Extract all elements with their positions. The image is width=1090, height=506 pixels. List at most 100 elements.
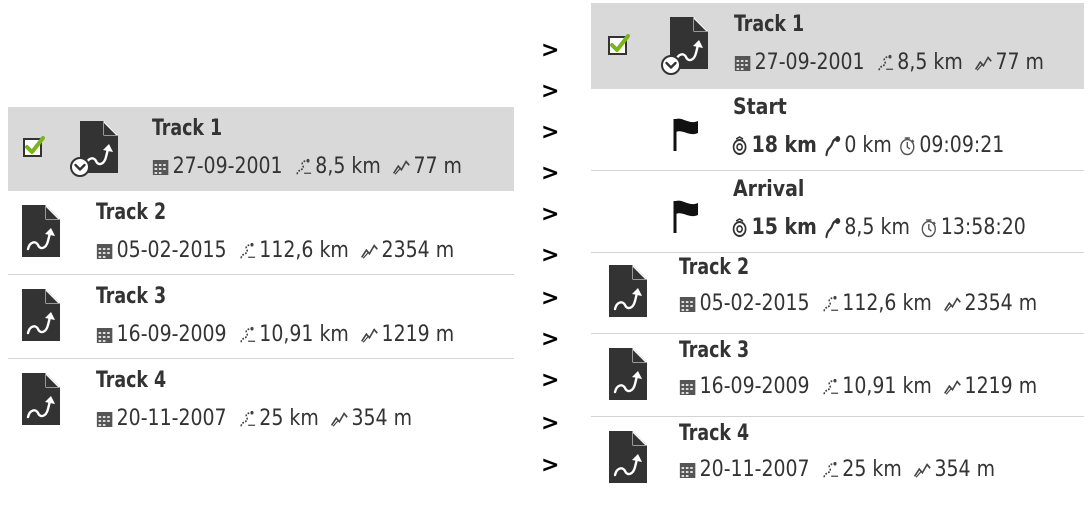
chevron-icon: > <box>541 120 560 145</box>
track-file-icon <box>607 346 649 402</box>
track-meta: 16-09-2009 10,91 km 1219 m <box>96 322 454 347</box>
track-row[interactable]: Track 2 05-02-2015 112,6 km 2354 m <box>591 253 1084 334</box>
track-file-icon <box>20 371 62 427</box>
track-meta: 27-09-2001 8,5 km 77 m <box>734 50 1044 75</box>
clock-icon <box>899 136 916 156</box>
expand-badge-icon[interactable] <box>70 157 90 177</box>
waypoint-title: Arrival <box>733 177 805 202</box>
track-elevation: 354 m <box>934 457 996 482</box>
track-elevation: 354 m <box>351 406 413 431</box>
track-elevation: 2354 m <box>381 238 455 263</box>
checkbox-checked-icon[interactable] <box>608 33 630 55</box>
calendar-icon <box>96 326 113 344</box>
flag-icon <box>673 199 699 233</box>
route-distance-icon <box>239 326 256 344</box>
track-title: Track 1 <box>734 12 805 37</box>
elevation-icon <box>975 54 992 72</box>
track-row[interactable]: Track 2 05-02-2015 112,6 km 2354 m <box>8 191 514 275</box>
waypoint-remaining: 18 km <box>751 133 817 158</box>
elevation-icon <box>944 378 961 396</box>
waypoint-remaining: 15 km <box>751 215 817 240</box>
chevron-icon: > <box>541 286 560 311</box>
elevation-icon <box>393 158 410 176</box>
target-distance-icon <box>731 136 748 156</box>
track-date: 16-09-2009 <box>116 322 227 347</box>
track-elevation: 1219 m <box>964 374 1038 399</box>
track-elevation: 77 m <box>995 50 1044 75</box>
calendar-icon <box>152 158 169 176</box>
chevron-icon: > <box>541 79 560 104</box>
track-meta: 20-11-2007 25 km 354 m <box>96 406 412 431</box>
calendar-icon <box>679 378 696 396</box>
calendar-icon <box>679 295 696 313</box>
track-meta: 16-09-2009 10,91 km 1219 m <box>679 374 1037 399</box>
track-list-collapsed: Track 1 27-09-2001 8,5 km 77 m Track 2 0… <box>8 107 514 443</box>
calendar-icon <box>96 410 113 428</box>
flag-icon <box>673 117 699 151</box>
track-title: Track 3 <box>679 338 750 363</box>
route-distance-icon <box>239 242 256 260</box>
waypoint-meta: 15 km 8,5 km 13:58:20 <box>731 215 1026 240</box>
track-distance: 10,91 km <box>259 322 349 347</box>
track-elevation: 2354 m <box>964 291 1038 316</box>
chevron-icon: > <box>541 243 560 268</box>
clock-icon <box>920 218 937 238</box>
track-meta: 20-11-2007 25 km 354 m <box>679 457 995 482</box>
track-distance: 25 km <box>842 457 902 482</box>
chevron-icon: > <box>541 453 560 478</box>
waypoint-time: 09:09:21 <box>919 133 1005 158</box>
route-distance-icon <box>877 54 894 72</box>
waypoint-row-start[interactable]: Start 18 km 0 km 09:09:21 <box>591 89 1084 171</box>
track-elevation: 77 m <box>413 154 462 179</box>
track-title: Track 2 <box>679 255 750 280</box>
track-date: 27-09-2001 <box>172 154 283 179</box>
track-row-selected[interactable]: Track 1 27-09-2001 8,5 km 77 m <box>591 3 1084 89</box>
route-distance-icon <box>239 410 256 428</box>
track-row[interactable]: Track 3 16-09-2009 10,91 km 1219 m <box>591 334 1084 417</box>
route-start-icon <box>824 217 841 239</box>
waypoint-row-arrival[interactable]: Arrival 15 km 8,5 km 13:58:20 <box>591 171 1084 253</box>
track-date: 16-09-2009 <box>699 374 810 399</box>
track-file-icon <box>607 263 649 319</box>
track-file-icon <box>20 203 62 259</box>
waypoint-from-start: 8,5 km <box>844 215 910 240</box>
elevation-icon <box>331 410 348 428</box>
route-distance-icon <box>822 461 839 479</box>
chevron-icon: > <box>541 161 560 186</box>
elevation-icon <box>361 326 378 344</box>
track-distance: 112,6 km <box>842 291 932 316</box>
waypoint-meta: 18 km 0 km 09:09:21 <box>731 133 1004 158</box>
route-distance-icon <box>295 158 312 176</box>
track-elevation: 1219 m <box>381 322 455 347</box>
track-date: 05-02-2015 <box>699 291 810 316</box>
checkbox-checked-icon[interactable] <box>23 135 45 157</box>
track-row[interactable]: Track 4 20-11-2007 25 km 354 m <box>8 359 514 443</box>
track-distance: 25 km <box>259 406 319 431</box>
track-distance: 10,91 km <box>842 374 932 399</box>
track-file-icon <box>607 429 649 485</box>
elevation-icon <box>361 242 378 260</box>
track-distance: 112,6 km <box>259 238 349 263</box>
track-title: Track 3 <box>96 284 167 309</box>
track-meta: 05-02-2015 112,6 km 2354 m <box>96 238 454 263</box>
track-date: 20-11-2007 <box>699 457 810 482</box>
chevron-icon: > <box>541 327 560 352</box>
chevron-icon: > <box>541 38 560 63</box>
track-date: 20-11-2007 <box>116 406 227 431</box>
route-start-icon <box>824 135 841 157</box>
chevron-icon: > <box>541 411 560 436</box>
elevation-icon <box>944 295 961 313</box>
track-title: Track 4 <box>679 421 750 446</box>
track-meta: 05-02-2015 112,6 km 2354 m <box>679 291 1037 316</box>
calendar-icon <box>96 242 113 260</box>
track-date: 05-02-2015 <box>116 238 227 263</box>
track-title: Track 1 <box>152 116 223 141</box>
collapse-badge-icon[interactable] <box>661 55 681 75</box>
track-title: Track 4 <box>96 368 167 393</box>
track-row[interactable]: Track 4 20-11-2007 25 km 354 m <box>591 417 1084 497</box>
route-distance-icon <box>822 295 839 313</box>
track-row-selected[interactable]: Track 1 27-09-2001 8,5 km 77 m <box>8 107 514 191</box>
track-distance: 8,5 km <box>315 154 381 179</box>
track-row[interactable]: Track 3 16-09-2009 10,91 km 1219 m <box>8 275 514 359</box>
track-list-expanded: Track 1 27-09-2001 8,5 km 77 m Start 18 … <box>591 3 1084 497</box>
